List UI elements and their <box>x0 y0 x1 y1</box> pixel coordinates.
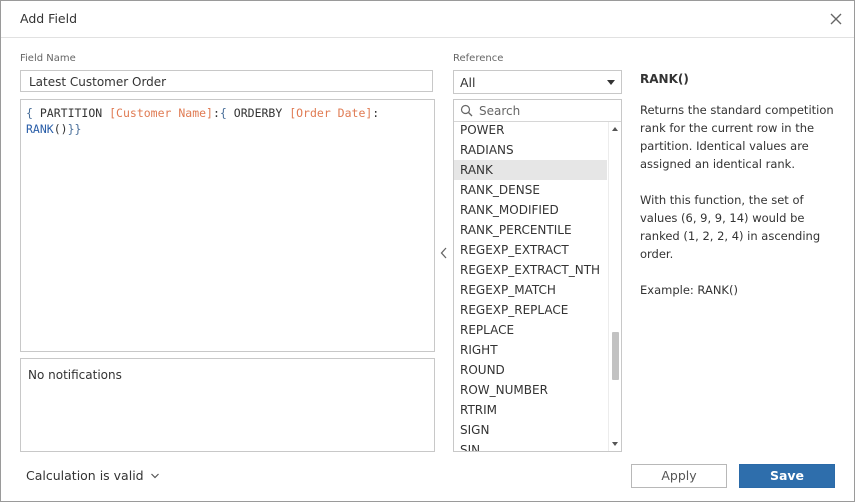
collapse-reference-button[interactable] <box>438 243 450 263</box>
reference-selected-value: All <box>460 75 476 90</box>
chevron-down-icon <box>150 473 159 478</box>
scroll-up-arrow-icon[interactable] <box>612 127 618 131</box>
dialog-titlebar: Add Field <box>1 1 854 38</box>
function-list-item[interactable]: RADIANS <box>454 140 607 160</box>
function-list-item[interactable]: SIN <box>454 440 607 451</box>
function-list-item[interactable]: RIGHT <box>454 340 607 360</box>
function-list-item[interactable]: RANK <box>454 160 607 180</box>
function-list-item[interactable]: ROUND <box>454 360 607 380</box>
token-parens: () <box>53 122 68 136</box>
calculation-status[interactable]: Calculation is valid <box>26 468 160 483</box>
function-list-item[interactable]: REGEXP_EXTRACT_NTH <box>454 260 607 280</box>
notifications-panel: No notifications <box>20 358 435 452</box>
function-list-item[interactable]: ROW_NUMBER <box>454 380 607 400</box>
function-list-item[interactable]: RTRIM <box>454 400 607 420</box>
function-list-item[interactable]: REGEXP_REPLACE <box>454 300 607 320</box>
scroll-thumb[interactable] <box>612 332 619 380</box>
help-paragraph: With this function, the set of values (6… <box>640 193 821 261</box>
token-rank-function: RANK <box>26 122 54 136</box>
save-button[interactable]: Save <box>739 464 835 488</box>
token-colon: : <box>212 106 220 120</box>
reference-category-select[interactable]: All <box>453 70 622 94</box>
function-list-item[interactable]: RANK_DENSE <box>454 180 607 200</box>
help-title: RANK() <box>640 72 689 86</box>
help-paragraph: Returns the standard competition rank fo… <box>640 103 834 171</box>
function-list-scrollbar[interactable] <box>608 122 621 451</box>
function-list-item[interactable]: REGEXP_MATCH <box>454 280 607 300</box>
token-close-braces: }} <box>67 122 82 136</box>
function-list: POWER RADIANS RANK RANK_DENSE RANK_MODIFIED R… <box>454 120 607 451</box>
token-customer-name: [Customer Name] <box>109 106 213 120</box>
calculation-editor[interactable]: { PARTITION [Customer Name]:{ ORDERBY [O… <box>20 99 435 352</box>
field-name-input[interactable]: Latest Customer Order <box>20 70 433 92</box>
field-name-label: Field Name <box>20 53 76 64</box>
chevron-left-icon <box>440 247 447 259</box>
function-list-panel: Search POWER RADIANS RANK RANK_DENSE RANK_MO… <box>453 99 622 452</box>
apply-button[interactable]: Apply <box>631 464 727 488</box>
dropdown-caret-icon <box>607 80 615 85</box>
search-placeholder: Search <box>479 103 521 118</box>
token-order-date: [Order Date] <box>289 106 373 120</box>
function-list-item[interactable]: RANK_MODIFIED <box>454 200 607 220</box>
function-search[interactable]: Search <box>454 100 621 122</box>
dialog-title: Add Field <box>20 11 78 26</box>
function-list-item[interactable]: RANK_PERCENTILE <box>454 220 607 240</box>
help-description: Returns the standard competition rank fo… <box>640 101 836 317</box>
token-open-brace: { <box>26 106 33 120</box>
search-icon <box>460 104 473 117</box>
reference-label: Reference <box>453 53 504 64</box>
function-list-item[interactable]: SIGN <box>454 420 607 440</box>
token-open-brace: { <box>219 106 227 120</box>
token-partition: PARTITION <box>39 106 103 120</box>
notifications-text: No notifications <box>28 368 122 382</box>
calculation-status-label: Calculation is valid <box>26 468 144 483</box>
add-field-dialog: Add Field Field Name Latest Customer Ord… <box>0 0 855 502</box>
close-icon <box>830 13 842 25</box>
close-button[interactable] <box>827 10 845 28</box>
token-colon: : <box>372 106 380 120</box>
function-list-item[interactable]: REGEXP_EXTRACT <box>454 240 607 260</box>
scroll-down-arrow-icon[interactable] <box>612 442 618 446</box>
help-paragraph: Example: RANK() <box>640 283 738 297</box>
function-list-item[interactable]: REPLACE <box>454 320 607 340</box>
token-orderby: ORDERBY <box>233 106 283 120</box>
function-list-item[interactable]: POWER <box>454 120 607 140</box>
